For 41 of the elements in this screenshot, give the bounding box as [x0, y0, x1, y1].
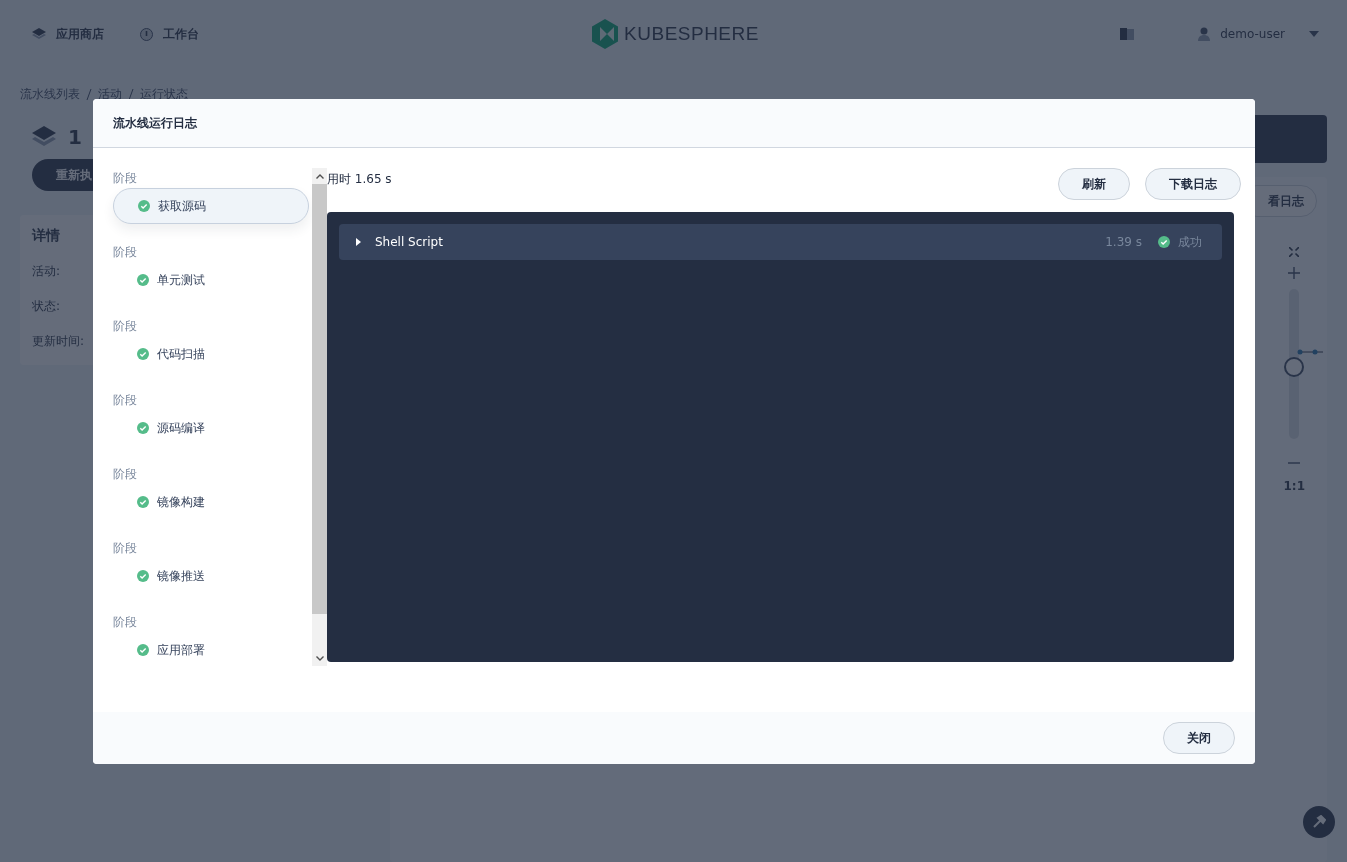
stage-label: 阶段	[113, 170, 138, 187]
scroll-down-icon[interactable]	[315, 656, 324, 661]
logo-text: KUBESPHERE	[624, 23, 759, 45]
stage-label: 阶段	[113, 318, 138, 335]
stage-item[interactable]: 源码编译	[113, 410, 309, 446]
stage-label: 阶段	[113, 540, 138, 557]
stage-label: 阶段	[113, 244, 138, 261]
elapsed-time: 用时 1.65 s	[327, 171, 392, 188]
close-button[interactable]: 关闭	[1163, 722, 1235, 754]
details-title: 详情	[32, 227, 60, 245]
stage-label: 阶段	[113, 466, 138, 483]
check-icon	[137, 422, 149, 434]
stage-item[interactable]: 应用部署	[113, 632, 309, 668]
dialog-title: 流水线运行日志	[113, 114, 197, 132]
download-log-button[interactable]: 下载日志	[1145, 168, 1241, 200]
check-icon	[1158, 236, 1170, 248]
step-name: Shell Script	[375, 235, 444, 249]
scroll-up-icon[interactable]	[315, 174, 324, 179]
run-number: 1	[68, 125, 82, 149]
stage-item[interactable]: 镜像构建	[113, 484, 309, 520]
stage-item[interactable]: 获取源码	[113, 188, 309, 224]
detail-label: 活动:	[32, 263, 61, 280]
scrollbar[interactable]	[312, 168, 327, 666]
check-icon	[138, 200, 150, 212]
check-icon	[137, 496, 149, 508]
check-icon	[137, 570, 149, 582]
detail-label: 更新时间:	[32, 333, 85, 350]
stage-label: 阶段	[113, 392, 138, 409]
caret-right-icon[interactable]	[355, 238, 361, 246]
check-icon	[137, 348, 149, 360]
step-duration: 1.39 s	[1105, 235, 1142, 249]
log-step[interactable]: Shell Script 1.39 s 成功	[339, 224, 1222, 260]
refresh-button[interactable]: 刷新	[1058, 168, 1130, 200]
stage-item[interactable]: 单元测试	[113, 262, 309, 298]
detail-label: 状态:	[32, 298, 61, 315]
check-icon	[137, 644, 149, 656]
stage-item[interactable]: 代码扫描	[113, 336, 309, 372]
check-icon	[137, 274, 149, 286]
stage-label: 阶段	[113, 614, 138, 631]
step-status: 成功	[1178, 233, 1202, 251]
stage-item[interactable]: 镜像推送	[113, 558, 309, 594]
